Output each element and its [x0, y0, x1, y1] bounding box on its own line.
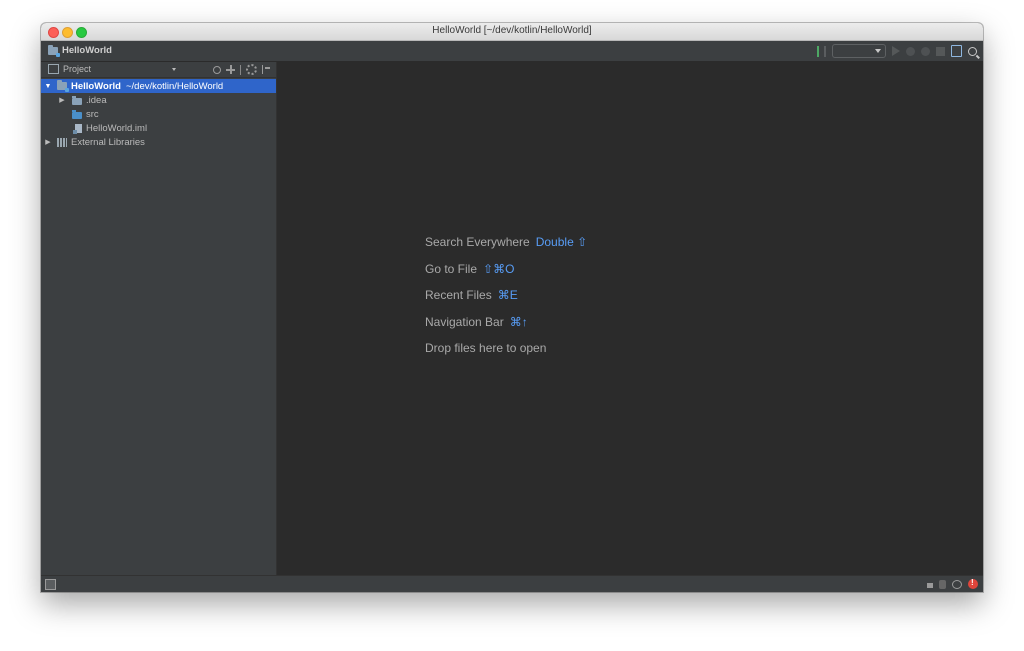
hide-icon[interactable]: [262, 65, 270, 74]
window-title: HelloWorld [~/dev/kotlin/HelloWorld]: [432, 25, 592, 36]
tree-item-label: External Libraries: [71, 136, 145, 148]
hint-label: Drop files here to open: [425, 341, 547, 355]
status-bar: [41, 575, 983, 592]
project-tool-window: Project ▼ HelloWorld ~/dev/kotlin/HelloW…: [41, 62, 277, 576]
coverage-icon[interactable]: [921, 46, 930, 56]
tree-row-idea[interactable]: ▶ .idea: [41, 93, 276, 107]
status-widgets: [927, 578, 978, 589]
hint-drop-files: Drop files here to open: [425, 341, 587, 368]
editor-area[interactable]: Search Everywhere Double ⇧ Go to File ⇧⌘O …: [277, 62, 983, 576]
project-view-icon: [48, 64, 59, 74]
navigation-bar: HelloWorld: [41, 41, 983, 62]
build-icon[interactable]: [817, 45, 826, 57]
memory-indicator-icon[interactable]: [939, 579, 946, 589]
project-structure-icon[interactable]: [951, 45, 962, 57]
project-panel-title: Project: [63, 64, 92, 74]
root-path: ~/dev/kotlin/HelloWorld: [125, 80, 224, 92]
empty-editor-hints: Search Everywhere Double ⇧ Go to File ⇧⌘O …: [425, 235, 587, 368]
root-name: HelloWorld: [71, 80, 121, 92]
hint-go-to-file: Go to File ⇧⌘O: [425, 262, 587, 289]
lock-icon[interactable]: [927, 583, 933, 588]
tree-item-label: .idea: [86, 94, 107, 106]
search-icon[interactable]: [968, 46, 977, 56]
toolbar: [817, 44, 977, 58]
toolbar-separator: [240, 64, 241, 75]
module-file-icon: [73, 123, 82, 134]
module-folder-icon: [57, 80, 69, 92]
module-folder-icon: [48, 44, 60, 57]
error-notification-icon[interactable]: [968, 578, 978, 589]
project-tree: ▼ HelloWorld ~/dev/kotlin/HelloWorld ▶ .…: [41, 79, 276, 149]
hint-label: Navigation Bar: [425, 314, 504, 329]
run-icon[interactable]: [892, 46, 900, 56]
hint-label: Recent Files: [425, 288, 492, 302]
hint-shortcut: ⇧⌘O: [483, 261, 515, 276]
hint-search-everywhere: Search Everywhere Double ⇧: [425, 235, 587, 262]
hint-shortcut: Double ⇧: [535, 235, 588, 249]
source-folder-icon: [72, 109, 82, 119]
folder-icon: [72, 95, 82, 105]
project-panel-actions: [213, 64, 270, 75]
tree-row-external-libraries[interactable]: ▶ External Libraries: [41, 135, 276, 149]
sync-icon[interactable]: [213, 65, 221, 74]
tree-row-iml[interactable]: HelloWorld.iml: [41, 121, 276, 135]
chevron-right-icon[interactable]: ▶: [43, 138, 53, 146]
tree-item-label: HelloWorld.iml: [86, 122, 148, 134]
stop-icon[interactable]: [936, 46, 945, 56]
scroll-from-source-icon[interactable]: [226, 65, 235, 74]
tree-item-label: src: [86, 108, 99, 120]
library-icon: [57, 137, 67, 147]
tool-windows-toggle-icon[interactable]: [45, 579, 56, 590]
hint-navigation-bar: Navigation Bar ⌘↑: [425, 315, 587, 342]
chevron-right-icon[interactable]: ▶: [57, 96, 67, 104]
hint-shortcut: ⌘E: [497, 288, 518, 302]
hint-label: Search Everywhere: [425, 235, 530, 249]
tree-row-root[interactable]: ▼ HelloWorld ~/dev/kotlin/HelloWorld: [41, 79, 276, 93]
tree-row-src[interactable]: src: [41, 107, 276, 121]
debug-icon[interactable]: [906, 46, 915, 56]
run-configuration-dropdown[interactable]: [832, 44, 886, 58]
ide-window: HelloWorld [~/dev/kotlin/HelloWorld] Hel…: [41, 23, 983, 592]
project-panel-header: Project: [41, 62, 276, 78]
nav-project-name: HelloWorld: [62, 45, 112, 56]
nav-project-crumb[interactable]: HelloWorld: [48, 44, 112, 57]
hint-recent-files: Recent Files ⌘E: [425, 288, 587, 315]
hint-shortcut: ⌘↑: [509, 314, 528, 329]
gear-icon[interactable]: [246, 64, 257, 75]
hint-label: Go to File: [425, 261, 478, 276]
chevron-down-icon[interactable]: ▼: [43, 83, 53, 90]
event-log-icon[interactable]: [952, 579, 962, 589]
title-bar: HelloWorld [~/dev/kotlin/HelloWorld]: [41, 23, 983, 41]
project-view-selector[interactable]: Project: [48, 64, 91, 74]
chevron-down-icon[interactable]: [172, 68, 176, 71]
